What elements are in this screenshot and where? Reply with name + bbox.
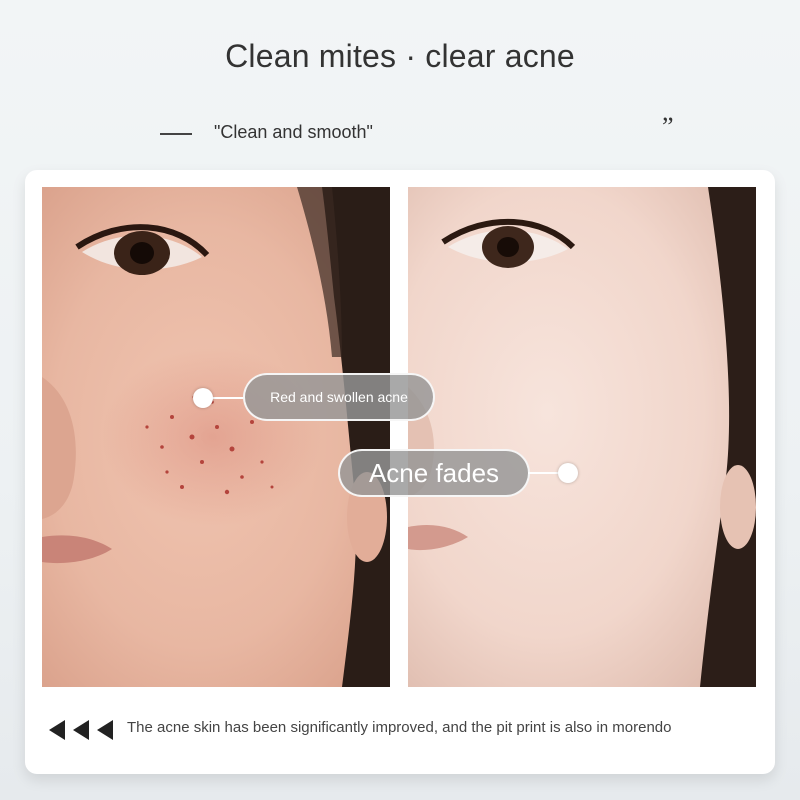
triangle-left-icon (97, 720, 113, 740)
after-photo (408, 187, 756, 687)
after-marker-dot (558, 463, 578, 483)
after-label-connector (528, 472, 560, 474)
before-label: Red and swollen acne (243, 373, 435, 421)
quote-mark-icon: ” (662, 112, 674, 141)
after-label: Acne fades (338, 449, 530, 497)
caption-text: The acne skin has been significantly imp… (127, 719, 672, 736)
caption-row: The acne skin has been significantly imp… (47, 716, 757, 744)
triangle-left-icon (73, 720, 89, 740)
comparison-card: Red and swollen acne Acne fades The acne… (25, 170, 775, 774)
page-title: Clean mites · clear acne (225, 38, 575, 74)
dash-divider (160, 133, 192, 135)
before-marker-dot (193, 388, 213, 408)
page-subtitle: "Clean and smooth" (214, 122, 373, 142)
before-label-connector (211, 397, 245, 399)
triangle-left-icon (49, 720, 65, 740)
before-photo (42, 187, 390, 687)
subtitle-row: "Clean and smooth" ” (160, 112, 700, 148)
